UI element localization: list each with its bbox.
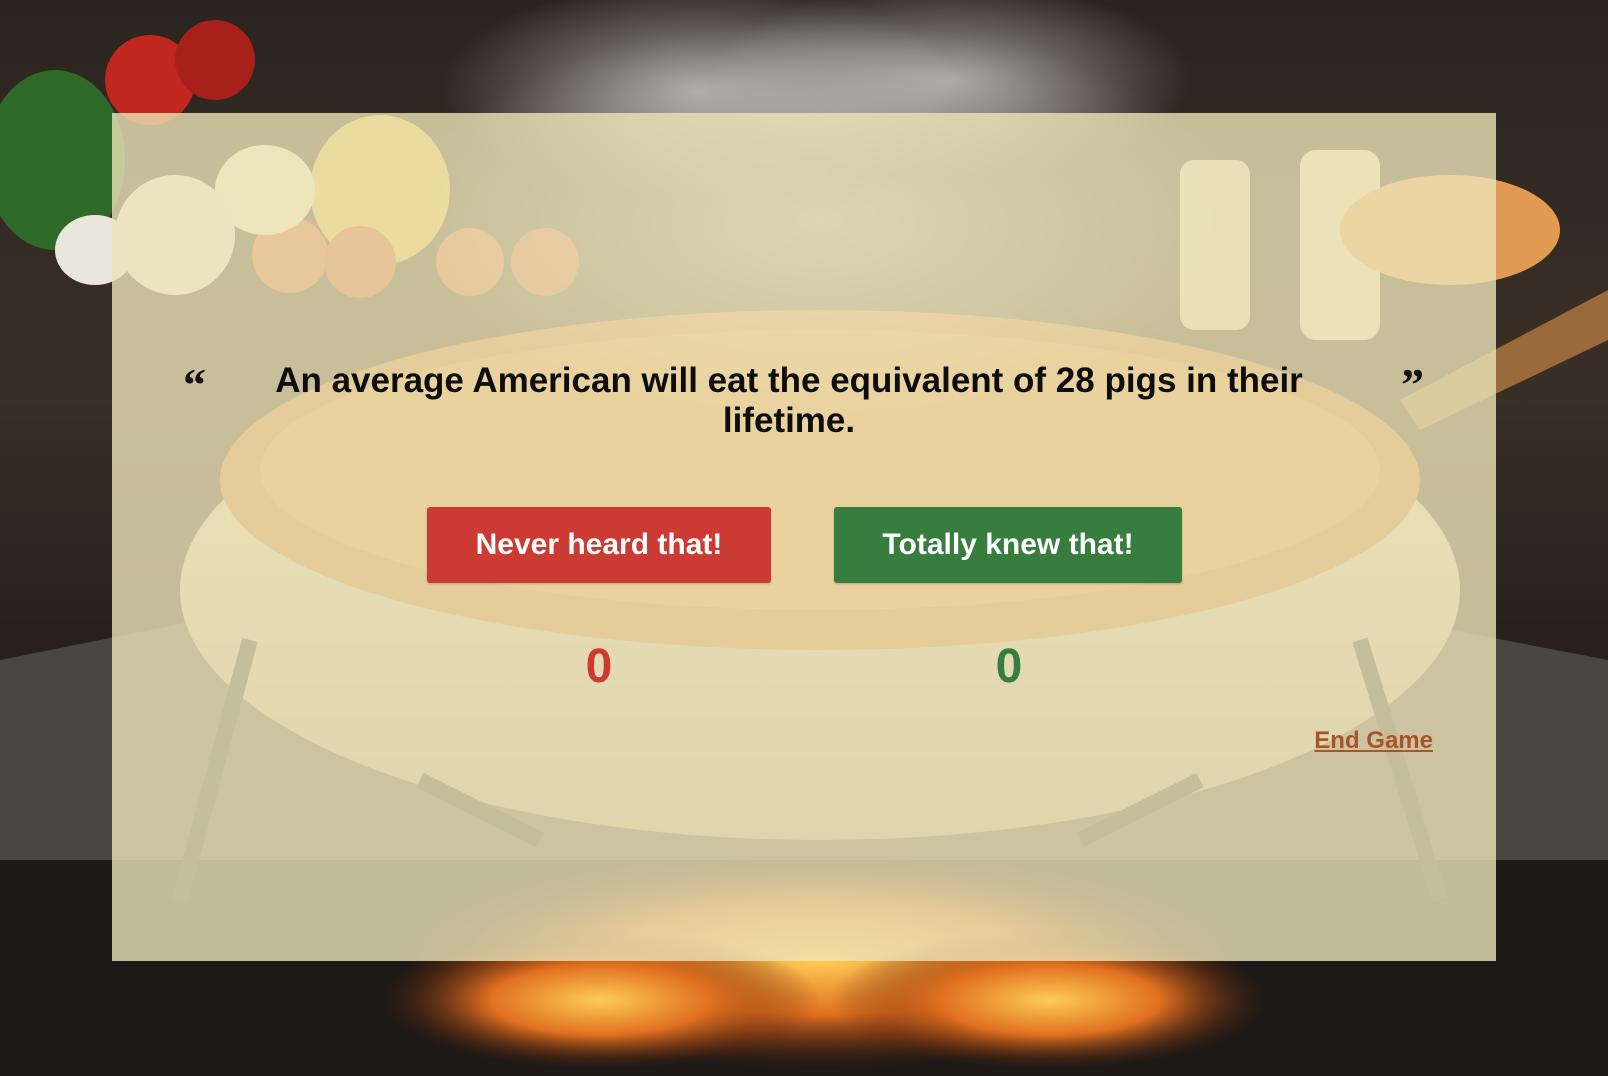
totally-knew-count: 0 — [995, 640, 1023, 693]
never-heard-count: 0 — [585, 640, 613, 693]
open-quote-icon: “ — [183, 359, 206, 410]
game-screen: “ An average American will eat the equiv… — [0, 0, 1608, 1076]
never-heard-button[interactable]: Never heard that! — [427, 507, 771, 583]
end-game-link[interactable]: End Game — [1314, 727, 1433, 755]
totally-knew-button[interactable]: Totally knew that! — [834, 507, 1182, 583]
fact-card: “ An average American will eat the equiv… — [112, 113, 1496, 961]
fact-text: An average American will eat the equival… — [275, 361, 1303, 440]
close-quote-icon: ” — [1401, 359, 1424, 410]
